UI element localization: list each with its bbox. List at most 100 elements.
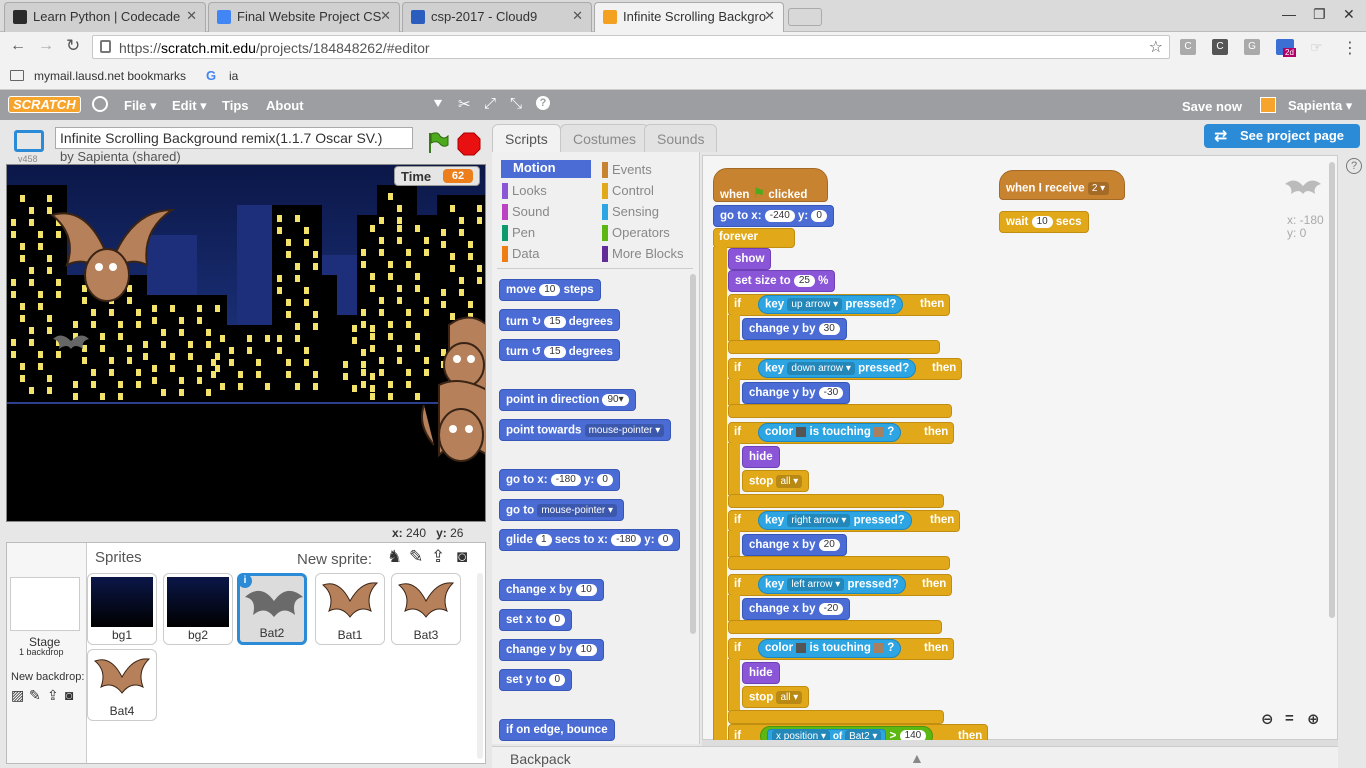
block-when-flag-clicked[interactable]: when ⚑ clicked <box>713 168 828 202</box>
stage[interactable] <box>6 164 486 522</box>
sprite-thumb-bat2[interactable]: i Bat2 <box>237 573 307 645</box>
bat1-sprite[interactable] <box>47 205 177 315</box>
new-tab-button[interactable] <box>788 8 822 26</box>
block-set-x[interactable]: set x to 0 <box>499 609 573 631</box>
sensing-key-pressed[interactable]: key left arrow ▾ pressed? <box>758 575 906 594</box>
tab-final-website[interactable]: Final Website Project CS ✕ <box>208 2 400 32</box>
minimize-icon[interactable]: — <box>1282 6 1296 22</box>
block-turn-ccw[interactable]: turn ↺ 15 degrees <box>499 339 620 361</box>
block-hide[interactable]: hide <box>742 662 780 684</box>
extension-icon[interactable]: C <box>1180 39 1196 55</box>
block-change-y[interactable]: change y by 10 <box>499 639 604 661</box>
block-goto-xy[interactable]: go to x: -180 y: 0 <box>499 469 620 491</box>
timer-monitor[interactable]: Time 62 <box>394 166 480 186</box>
upload-backdrop-icon[interactable]: ⇪ <box>47 687 59 704</box>
block-input[interactable]: 15 <box>544 345 566 358</box>
grow-icon[interactable]: ⤢ <box>484 95 496 112</box>
color-swatch[interactable] <box>874 426 885 437</box>
bookmark-link[interactable]: ia <box>229 69 238 83</box>
sensing-color-touching[interactable]: color is touching ? <box>758 639 902 658</box>
help-icon[interactable]: ? <box>1346 158 1362 174</box>
category-motion[interactable]: Motion <box>501 160 591 178</box>
block-show[interactable]: show <box>728 248 772 270</box>
block-change-y[interactable]: change y by -30 <box>742 382 851 404</box>
tab-scripts[interactable]: Scripts <box>492 124 561 152</box>
address-bar[interactable]: https://scratch.mit.edu/projects/1848482… <box>92 35 1170 59</box>
block-input[interactable]: -180 <box>611 534 642 546</box>
close-tab-icon[interactable]: ✕ <box>764 8 775 24</box>
block-point-direction[interactable]: point in direction 90▾ <box>499 389 636 411</box>
block-hide[interactable]: hide <box>742 446 780 468</box>
category-operators[interactable]: Operators <box>602 225 670 241</box>
block-input[interactable]: 0 <box>811 210 827 222</box>
category-sensing[interactable]: Sensing <box>602 204 659 220</box>
block-input[interactable]: -20 <box>818 603 844 615</box>
block-input[interactable]: 0 <box>597 474 613 486</box>
cut-icon[interactable]: ✂ <box>458 95 471 113</box>
color-swatch[interactable] <box>874 642 885 653</box>
sensing-color-touching[interactable]: color is touching ? <box>758 423 902 442</box>
camera-backdrop-icon[interactable]: ◙ <box>65 687 73 703</box>
block-input[interactable]: 10 <box>575 584 597 596</box>
block-move[interactable]: move 10 steps <box>499 279 601 301</box>
bat-cluster-sprites[interactable] <box>419 315 486 495</box>
category-pen[interactable]: Pen <box>502 225 535 241</box>
category-data[interactable]: Data <box>502 246 539 262</box>
stage-thumbnail[interactable] <box>10 577 80 631</box>
block-input[interactable]: 20 <box>818 539 840 551</box>
tab-cloud9[interactable]: csp-2017 - Cloud9 ✕ <box>402 2 592 32</box>
upload-sprite-icon[interactable]: ⇪ <box>431 547 445 567</box>
close-tab-icon[interactable]: ✕ <box>186 8 197 24</box>
block-change-y[interactable]: change y by 30 <box>742 318 847 340</box>
tab-costumes[interactable]: Costumes <box>560 124 650 152</box>
help-icon[interactable]: ? <box>536 96 550 110</box>
block-when-i-receive[interactable]: when I receive 2 ▾ <box>999 170 1125 200</box>
block-bounce[interactable]: if on edge, bounce <box>499 719 615 741</box>
block-dropdown[interactable]: all ▾ <box>776 691 803 704</box>
reload-icon[interactable]: ↻ <box>66 36 80 56</box>
stop-sign-icon[interactable] <box>457 132 481 156</box>
block-input[interactable]: 10 <box>539 284 561 296</box>
file-menu[interactable]: File ▾ <box>124 98 157 114</box>
block-glide[interactable]: glide 1 secs to x: -180 y: 0 <box>499 529 681 551</box>
scratch-logo[interactable]: SCRATCH <box>8 96 81 113</box>
category-looks[interactable]: Looks <box>502 183 547 199</box>
chrome-menu-icon[interactable]: ⋮ <box>1342 38 1358 58</box>
about-menu[interactable]: About <box>266 98 304 113</box>
sprite-library-icon[interactable]: ♞ <box>387 547 402 567</box>
sprite-thumb-bat4[interactable]: Bat4 <box>87 649 157 721</box>
block-dropdown[interactable]: up arrow ▾ <box>787 298 843 311</box>
tab-scratch[interactable]: Infinite Scrolling Backgro ✕ <box>594 2 784 32</box>
bookmark-star-icon[interactable]: ☆ <box>1149 37 1163 57</box>
block-input[interactable]: 30 <box>818 323 840 335</box>
sensing-key-pressed[interactable]: key down arrow ▾ pressed? <box>758 359 917 378</box>
zoom-out-icon[interactable]: ⊖ <box>1261 710 1274 728</box>
project-title-input[interactable]: Infinite Scrolling Background remix(1.1.… <box>55 127 413 149</box>
block-dropdown[interactable]: 2 ▾ <box>1087 182 1110 195</box>
block-goto[interactable]: go to mouse-pointer ▾ <box>499 499 625 521</box>
block-stop[interactable]: stop all ▾ <box>742 470 810 492</box>
backdrop-library-icon[interactable]: ▨ <box>11 687 24 704</box>
green-flag-icon[interactable] <box>426 131 450 155</box>
category-events[interactable]: Events <box>602 162 652 178</box>
color-swatch[interactable] <box>796 426 807 437</box>
close-window-icon[interactable]: ✕ <box>1343 6 1355 23</box>
sprite-thumb-bat1[interactable]: Bat1 <box>315 573 385 645</box>
tab-codecademy[interactable]: Learn Python | Codecade ✕ <box>4 2 206 32</box>
shrink-icon[interactable]: ⤡ <box>510 95 522 112</box>
block-change-x[interactable]: change x by 20 <box>742 534 847 556</box>
block-change-x[interactable]: change x by 10 <box>499 579 604 601</box>
block-input[interactable]: 15 <box>544 315 566 328</box>
block-goto-xy[interactable]: go to x: -240 y: 0 <box>713 205 834 227</box>
page-info-icon[interactable] <box>100 40 111 53</box>
cast-extension-icon[interactable]: 2d <box>1276 39 1296 57</box>
category-more-blocks[interactable]: More Blocks <box>602 246 684 262</box>
sensing-key-pressed[interactable]: key up arrow ▾ pressed? <box>758 295 904 314</box>
extension-icon[interactable]: ☞ <box>1310 39 1323 56</box>
tab-sounds[interactable]: Sounds <box>644 124 718 152</box>
block-input[interactable]: 10 <box>575 644 597 656</box>
bat2-sprite[interactable] <box>51 333 91 353</box>
palette-scrollbar[interactable] <box>690 274 696 634</box>
sprite-thumb-bg2[interactable]: bg2 <box>163 573 233 645</box>
tips-menu[interactable]: Tips <box>222 98 249 113</box>
